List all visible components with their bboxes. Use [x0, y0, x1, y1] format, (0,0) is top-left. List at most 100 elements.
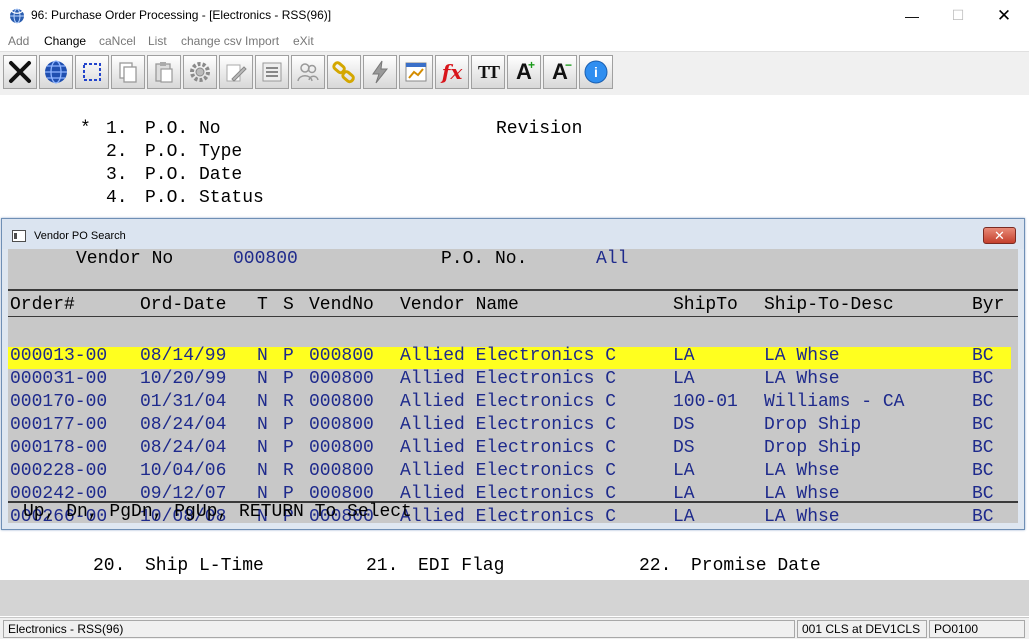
table-row[interactable]: 000177-00 08/24/04 N P 000800 Allied Electron… [10, 415, 1010, 438]
cell-type: N [257, 415, 268, 435]
cell-vendno: 000800 [309, 369, 374, 389]
table-row[interactable]: 000228-00 10/04/06 N R 000800 Allied Electron… [10, 461, 1010, 484]
menu-change[interactable]: Change [44, 34, 86, 48]
cell-ord-date: 10/04/06 [140, 461, 227, 481]
svg-text:i: i [594, 64, 598, 80]
cell-shipto: 100-01 [673, 392, 738, 412]
settings-button[interactable] [183, 55, 217, 89]
vendor-no-value: 000800 [233, 249, 298, 269]
cell-status: P [283, 415, 294, 435]
cell-vendno: 000800 [309, 415, 374, 435]
po-no-label: P.O. No. [441, 249, 528, 269]
cell-byr: BC [972, 507, 994, 527]
cell-byr: BC [972, 415, 994, 435]
fx-button[interactable]: fx [435, 55, 469, 89]
lightning-button[interactable] [363, 55, 397, 89]
close-window-button[interactable]: ✕ [981, 0, 1027, 31]
chart-icon [405, 62, 427, 82]
menu-list[interactable]: List [148, 34, 167, 48]
dialog-window-icon [12, 230, 26, 242]
app-globe-icon [10, 8, 24, 24]
minimize-button[interactable]: — [889, 0, 935, 31]
col-shipto: ShipTo [673, 295, 738, 315]
col-ord-date: Ord-Date [140, 295, 227, 315]
cell-order: 000031-00 [10, 369, 108, 389]
toolbar: fx TT A + A − i [0, 51, 1029, 95]
table-row-selected[interactable]: 000013-00 08/14/99 N P 000800 Allied Electron… [10, 346, 1010, 369]
dialog-close-button[interactable]: ✕ [983, 227, 1016, 244]
cell-vendno: 000800 [309, 346, 374, 366]
cell-vendno: 000800 [309, 392, 374, 412]
cell-order: 000228-00 [10, 461, 108, 481]
menu-csv-import[interactable]: change csv Import [181, 34, 279, 48]
cell-status: P [283, 346, 294, 366]
maximize-button[interactable]: ☐ [935, 0, 981, 31]
paste-icon [155, 62, 173, 83]
menu-bar: Add Change caNcel List change csv Import… [0, 31, 1029, 51]
list-button[interactable] [255, 55, 289, 89]
cell-status: P [283, 369, 294, 389]
cell-ship-to-desc: LA Whse [764, 369, 840, 389]
edit-button[interactable] [219, 55, 253, 89]
select-box-button[interactable] [75, 55, 109, 89]
table-row[interactable]: 000170-00 01/31/04 N R 000800 Allied Electron… [10, 392, 1010, 415]
cell-status: R [283, 461, 294, 481]
font-increase-button[interactable]: A + [507, 55, 541, 89]
table-row[interactable]: 000031-00 10/20/99 N P 000800 Allied Electron… [10, 369, 1010, 392]
field-label-po-date: P.O. Date [145, 165, 243, 185]
col-byr: Byr [972, 295, 1005, 315]
col-s: S [283, 295, 294, 315]
cell-shipto: DS [673, 438, 695, 458]
menu-exit[interactable]: eXit [293, 34, 314, 48]
font-decrease-button[interactable]: A − [543, 55, 577, 89]
field-number-3: 3. [106, 165, 128, 185]
link-button[interactable] [327, 55, 361, 89]
current-field-marker: * [80, 119, 91, 139]
menu-add[interactable]: Add [8, 34, 29, 48]
table-row[interactable]: 000178-00 08/24/04 N P 000800 Allied Electron… [10, 438, 1010, 461]
cell-status: R [283, 392, 294, 412]
cell-shipto: DS [673, 415, 695, 435]
paste-button[interactable] [147, 55, 181, 89]
cell-type: N [257, 346, 268, 366]
cell-ord-date: 10/20/99 [140, 369, 227, 389]
field-label-po-status: P.O. Status [145, 188, 264, 208]
cell-ship-to-desc: Drop Ship [764, 438, 862, 458]
cell-type: N [257, 438, 268, 458]
window-titlebar[interactable]: 96: Purchase Order Processing - [Electro… [0, 0, 1029, 31]
dialog-body: Vendor No 000800 P.O. No. All Order# Ord… [8, 249, 1018, 527]
cell-ord-date: 08/14/99 [140, 346, 227, 366]
select-box-icon [83, 63, 101, 81]
menu-cancel[interactable]: caNcel [99, 34, 136, 48]
header-separator-bottom [8, 316, 1018, 317]
cell-order: 000177-00 [10, 415, 108, 435]
field-label-revision: Revision [496, 119, 583, 139]
cell-shipto: LA [673, 507, 695, 527]
text-size-button[interactable]: TT [471, 55, 505, 89]
field-number-4: 4. [106, 188, 128, 208]
po-no-value: All [596, 249, 629, 269]
col-vendor-name: Vendor Name [400, 295, 519, 315]
help-button[interactable]: i [579, 55, 613, 89]
minus-icon: − [565, 58, 573, 72]
users-button[interactable] [291, 55, 325, 89]
cell-ship-to-desc: Williams - CA [764, 392, 905, 412]
field-number-21: 21. [366, 556, 399, 576]
cancel-x-button[interactable] [3, 55, 37, 89]
cancel-x-icon [9, 61, 31, 83]
dialog-titlebar[interactable]: Vendor PO Search ✕ [2, 219, 1024, 249]
cell-type: N [257, 369, 268, 389]
cell-vendor-name: Allied Electronics C [400, 438, 617, 458]
cell-vendno: 000800 [309, 461, 374, 481]
vendor-po-search-dialog: Vendor PO Search ✕ Vendor No 000800 P.O.… [1, 218, 1025, 530]
link-icon [332, 61, 355, 84]
chart-button[interactable] [399, 55, 433, 89]
field-number-20: 20. [93, 556, 126, 576]
globe-button[interactable] [39, 55, 73, 89]
cell-ship-to-desc: Drop Ship [764, 415, 862, 435]
vendor-no-label: Vendor No [76, 249, 174, 269]
navigation-hint: Up, Dn, PgDn, PgUp, RETURN To Select [23, 502, 412, 522]
field-number-2: 2. [106, 142, 128, 162]
cell-byr: BC [972, 392, 994, 412]
copy-button[interactable] [111, 55, 145, 89]
